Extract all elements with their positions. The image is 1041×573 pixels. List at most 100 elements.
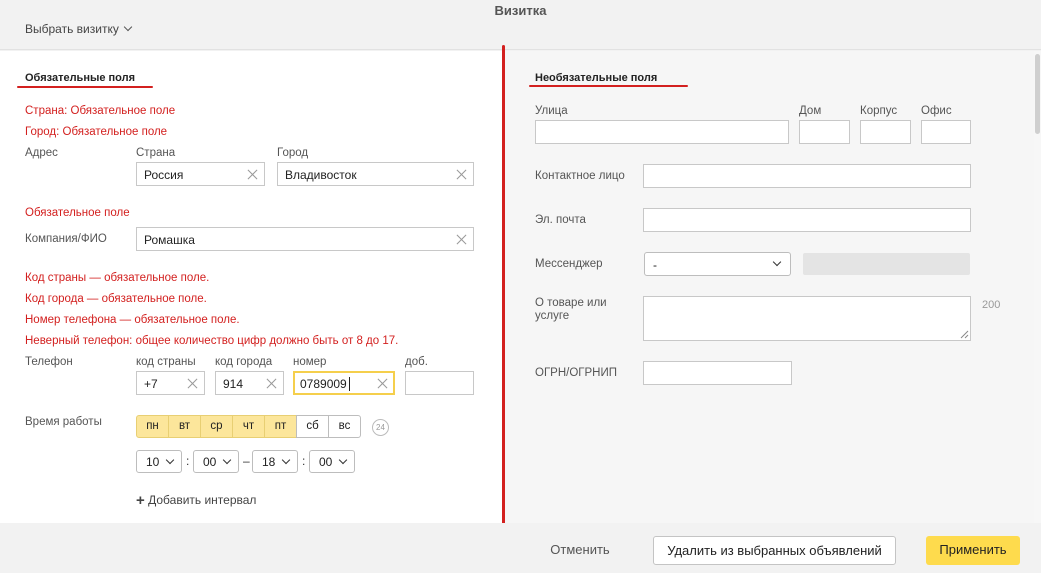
ogrn-label: ОГРН/ОГРНИП [535,367,618,379]
city-code-input[interactable]: 914 [215,371,284,395]
company-label: Компания/ФИО [25,233,107,245]
time-from-hour-value: 10 [146,455,160,469]
city-code-label: код города [215,356,273,368]
product-label: О товаре или услуге [535,297,607,322]
country-error: Страна: Обязательное поле [25,105,176,117]
email-input[interactable] [643,208,971,232]
phone-number-value: 0789009 [300,377,347,391]
office-label: Офис [921,105,952,117]
text-cursor [349,377,350,391]
address-label: Адрес [25,147,58,159]
ext-label: доб. [405,356,428,368]
phone-label: Телефон [25,356,73,368]
city-label: Город [277,147,309,159]
day-mon[interactable]: пн [136,415,169,438]
time-colon: : [186,454,190,468]
country-input[interactable]: Россия [136,162,265,186]
country-value: Россия [144,168,184,182]
time-from-min-value: 00 [203,455,217,469]
remove-from-selected-button[interactable]: Удалить из выбранных объявлений [653,536,896,565]
scrollbar-thumb[interactable] [1035,54,1040,134]
phone-number-input[interactable]: 0789009 [293,371,395,395]
contact-person-label: Контактное лицо [535,170,625,182]
chevron-down-icon [281,455,291,465]
day-sun[interactable]: вс [328,415,361,438]
messenger-contact-input-disabled [803,253,970,275]
chevron-down-icon [338,455,348,465]
ogrn-input[interactable] [643,361,792,385]
clear-icon[interactable] [266,378,277,389]
time-to-min-select[interactable]: 00 [309,450,355,473]
country-code-label: код страны [136,356,196,368]
country-code-value: +7 [144,377,158,391]
time-from-hour-select[interactable]: 10 [136,450,182,473]
company-error: Обязательное поле [25,207,130,219]
plus-icon: + [136,492,145,509]
house-label: Дом [799,105,822,117]
day-fri[interactable]: пт [264,415,297,438]
city-code-value: 914 [223,377,244,391]
clear-icon[interactable] [187,378,198,389]
country-code-input[interactable]: +7 [136,371,205,395]
red-divider-annotation [502,45,505,539]
day-tue[interactable]: вт [168,415,201,438]
messenger-select[interactable]: - [644,252,791,276]
city-input[interactable]: Владивосток [277,162,474,186]
time-colon: : [302,454,306,468]
clear-icon[interactable] [456,169,467,180]
optional-section-title: Необязательные поля [535,72,658,84]
contact-person-input[interactable] [643,164,971,188]
time-to-hour-value: 18 [262,455,276,469]
city-value: Владивосток [285,168,357,182]
required-section-title: Обязательные поля [25,72,136,84]
office-input[interactable] [921,120,971,144]
day-sat[interactable]: сб [296,415,329,438]
phone-error: Неверный телефон: общее количество цифр … [25,335,399,347]
time-to-min-value: 00 [319,455,333,469]
day-wed[interactable]: ср [200,415,233,438]
company-input[interactable]: Ромашка [136,227,474,251]
red-underline-annotation [17,86,153,88]
time-to-hour-select[interactable]: 18 [252,450,298,473]
add-interval-button[interactable]: + Добавить интервал [136,491,257,509]
time-dash: – [243,454,250,468]
cancel-button[interactable]: Отменить [540,536,620,565]
day-thu[interactable]: чт [232,415,265,438]
chevron-down-icon [222,455,232,465]
chevron-down-icon [772,257,782,267]
select-card-dropdown[interactable]: Выбрать визитку [25,22,133,36]
time-from-min-select[interactable]: 00 [193,450,239,473]
clear-icon[interactable] [377,378,388,389]
chevron-down-icon [123,22,133,32]
clear-icon[interactable] [247,169,258,180]
resize-handle-icon[interactable] [960,330,969,339]
add-interval-label: Добавить интервал [148,493,257,507]
number-label: номер [293,356,327,368]
apply-button[interactable]: Применить [926,536,1020,565]
product-textarea[interactable] [643,296,971,341]
weekday-selector: пн вт ср чт пт сб вс [136,415,361,438]
chevron-down-icon [165,455,175,465]
char-counter: 200 [982,299,1001,311]
dialog-title: Визитка [494,3,547,18]
building-input[interactable] [860,120,911,144]
email-label: Эл. почта [535,214,586,226]
street-label: Улица [535,105,568,117]
building-label: Корпус [860,105,898,117]
messenger-value: - [653,258,657,272]
house-input[interactable] [799,120,850,144]
messenger-label: Мессенджер [535,258,603,270]
round-the-clock-toggle[interactable]: 24 [372,419,389,436]
country-label: Страна [136,147,176,159]
city-error: Город: Обязательное поле [25,126,168,138]
phone-error: Номер телефона — обязательное поле. [25,314,240,326]
phone-error: Код страны — обязательное поле. [25,272,210,284]
company-value: Ромашка [144,233,195,247]
work-hours-label: Время работы [25,416,102,428]
red-underline-annotation [529,85,688,87]
ext-input[interactable] [405,371,474,395]
clear-icon[interactable] [456,234,467,245]
street-input[interactable] [535,120,789,144]
phone-error: Код города — обязательное поле. [25,293,207,305]
select-card-label: Выбрать визитку [25,22,119,36]
